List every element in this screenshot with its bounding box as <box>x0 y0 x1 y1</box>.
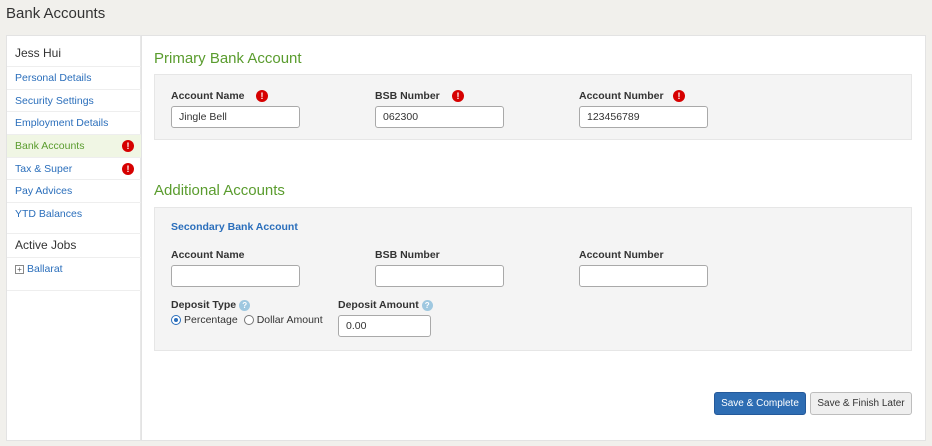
deposit-amount-label: Deposit Amount? <box>338 299 433 311</box>
bsb-number-label: BSB Number <box>375 90 440 102</box>
sidebar-item-ballarat[interactable]: + Ballarat <box>7 257 142 280</box>
sidebar-item-bank-accounts[interactable]: Bank Accounts ! <box>7 134 142 157</box>
radio-button[interactable] <box>243 315 254 325</box>
help-icon[interactable]: ? <box>239 299 251 311</box>
sidebar-item-label: Personal Details <box>15 72 92 84</box>
alert-icon: ! <box>256 90 268 102</box>
radio-button-checked[interactable] <box>171 315 181 325</box>
radio-label: Percentage <box>184 314 238 326</box>
secondary-bsb-number-label: BSB Number <box>375 249 440 261</box>
user-name: Jess Hui <box>15 46 62 60</box>
account-name-label: Account Name <box>171 90 245 102</box>
sidebar-item-ytd-balances[interactable]: YTD Balances <box>7 202 142 225</box>
divider <box>7 290 142 291</box>
secondary-account-number-label: Account Number <box>579 249 664 261</box>
sidebar: Jess Hui Personal Details Security Setti… <box>6 35 142 441</box>
sidebar-item-tax-super[interactable]: Tax & Super ! <box>7 157 142 180</box>
account-name-label-text: Account Name <box>171 90 245 102</box>
sidebar-item-label: Employment Details <box>15 117 109 129</box>
page-title: Bank Accounts <box>6 5 106 22</box>
account-number-label: Account Number <box>579 90 664 102</box>
sidebar-item-label: Bank Accounts <box>15 140 85 152</box>
secondary-account-panel: Secondary Bank Account Account Name BSB … <box>154 207 912 351</box>
deposit-type-radio-group: Percentage Dollar Amount <box>171 314 323 326</box>
secondary-account-title: Secondary Bank Account <box>171 221 298 233</box>
radio-label: Dollar Amount <box>256 314 323 326</box>
deposit-amount-input[interactable] <box>338 315 431 337</box>
secondary-account-number-input[interactable] <box>579 265 708 287</box>
alert-icon: ! <box>452 90 464 102</box>
save-finish-later-button[interactable]: Save & Finish Later <box>810 392 912 415</box>
primary-account-panel: Account Name ! BSB Number ! Account Numb… <box>154 74 912 140</box>
primary-account-title: Primary Bank Account <box>154 50 302 67</box>
secondary-account-name-label: Account Name <box>171 249 245 261</box>
secondary-account-name-input[interactable] <box>171 265 300 287</box>
divider <box>7 233 142 234</box>
active-jobs-title: Active Jobs <box>15 238 77 252</box>
alert-icon: ! <box>122 163 134 175</box>
sidebar-item-label: Security Settings <box>15 95 94 107</box>
save-complete-button[interactable]: Save & Complete <box>714 392 806 415</box>
deposit-amount-label-text: Deposit Amount <box>338 299 419 311</box>
radio-percentage[interactable]: Percentage <box>171 314 238 326</box>
additional-accounts-title: Additional Accounts <box>154 182 285 199</box>
sidebar-item-pay-advices[interactable]: Pay Advices <box>7 179 142 202</box>
bsb-number-label-text: BSB Number <box>375 90 440 102</box>
sidebar-item-security-settings[interactable]: Security Settings <box>7 89 142 112</box>
alert-icon: ! <box>122 140 134 152</box>
deposit-type-label-text: Deposit Type <box>171 299 237 311</box>
secondary-bsb-number-input[interactable] <box>375 265 504 287</box>
account-number-label-text: Account Number <box>579 90 664 102</box>
sidebar-item-employment-details[interactable]: Employment Details <box>7 111 142 134</box>
sidebar-item-label: YTD Balances <box>15 208 83 220</box>
bsb-number-input[interactable] <box>375 106 504 128</box>
expand-icon[interactable]: + <box>15 264 24 274</box>
main-content: Primary Bank Account Account Name ! BSB … <box>141 35 926 441</box>
account-number-input[interactable] <box>579 106 708 128</box>
account-name-input[interactable] <box>171 106 300 128</box>
help-icon[interactable]: ? <box>421 299 433 311</box>
alert-icon: ! <box>673 90 685 102</box>
sidebar-item-label: Tax & Super <box>15 163 73 175</box>
sidebar-item-label: Ballarat <box>27 263 63 275</box>
radio-dollar-amount[interactable]: Dollar Amount <box>243 314 323 326</box>
sidebar-item-label: Pay Advices <box>15 185 73 197</box>
deposit-type-label: Deposit Type? <box>171 299 251 311</box>
sidebar-item-personal-details[interactable]: Personal Details <box>7 66 142 89</box>
